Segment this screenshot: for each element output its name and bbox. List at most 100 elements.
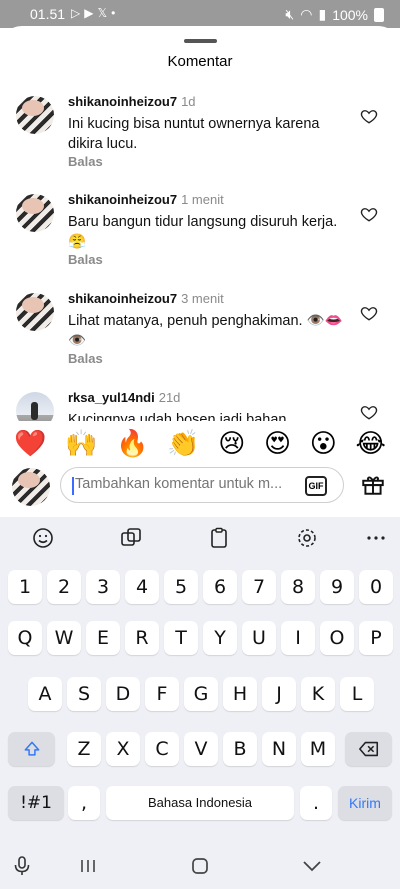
wifi-icon: ◠ (300, 6, 313, 22)
key-9[interactable]: 9 (320, 570, 354, 604)
emoji-surprised[interactable]: 😮 (310, 429, 337, 459)
emoji-raising-hands[interactable]: 🙌 (65, 429, 97, 459)
heart-icon[interactable] (360, 304, 378, 322)
comma-key[interactable]: , (68, 786, 100, 820)
avatar[interactable] (16, 194, 54, 232)
key-8[interactable]: 8 (281, 570, 315, 604)
key-6[interactable]: 6 (203, 570, 237, 604)
comment-input-box[interactable]: GIF (60, 467, 344, 503)
key-4[interactable]: 4 (125, 570, 159, 604)
period-key[interactable]: . (300, 786, 332, 820)
home-icon[interactable] (188, 854, 212, 878)
key-5[interactable]: 5 (164, 570, 198, 604)
key-u[interactable]: U (242, 621, 276, 655)
notification-icons: ▷ ▶ 𝕏 • (71, 6, 115, 20)
comment-text: Ini kucing bisa nuntut ownernya karena d… (68, 116, 320, 152)
backspace-icon (358, 741, 378, 757)
comment-input[interactable] (75, 476, 297, 492)
heart-icon[interactable] (360, 205, 378, 223)
emoji-clap[interactable]: 👏 (167, 429, 199, 459)
gift-icon[interactable] (360, 471, 386, 497)
back-chevron-icon[interactable] (300, 854, 324, 878)
key-r[interactable]: R (125, 621, 159, 655)
gif-button[interactable]: GIF (305, 476, 327, 496)
emoji-keyboard-icon[interactable] (31, 526, 55, 550)
key-n[interactable]: N (262, 732, 296, 766)
emoji-crying[interactable]: 😢 (218, 429, 245, 459)
key-1[interactable]: 1 (8, 570, 42, 604)
key-0[interactable]: 0 (359, 570, 393, 604)
key-j[interactable]: J (262, 677, 296, 711)
sticker-icon[interactable] (119, 526, 143, 550)
comment-username[interactable]: shikanoinheizou7 1 menit (68, 192, 224, 207)
emoji-heart-eyes[interactable]: 😍 (264, 429, 291, 459)
x-icon: 𝕏 (97, 6, 108, 20)
settings-icon[interactable] (295, 526, 319, 550)
emoji-laughing[interactable]: 😂 (356, 429, 386, 459)
emoji-fire[interactable]: 🔥 (116, 429, 148, 459)
clipboard-icon[interactable] (207, 526, 231, 550)
key-q[interactable]: Q (8, 621, 42, 655)
avatar[interactable] (16, 96, 54, 134)
key-z[interactable]: Z (67, 732, 101, 766)
key-x[interactable]: X (106, 732, 140, 766)
key-7[interactable]: 7 (242, 570, 276, 604)
drag-handle[interactable] (184, 39, 217, 43)
send-key[interactable]: Kirim (338, 786, 392, 820)
backspace-key[interactable] (345, 732, 392, 766)
key-y[interactable]: Y (203, 621, 237, 655)
key-l[interactable]: L (340, 677, 374, 711)
key-k[interactable]: K (301, 677, 335, 711)
dot-icon: • (111, 6, 116, 20)
microphone-icon[interactable] (10, 854, 34, 878)
keyboard: 1 2 3 4 5 6 7 8 9 0 Q W E R T Y U I O P … (0, 517, 400, 889)
status-bar: 01.51 ▷ ▶ 𝕏 • 🔇︎ ◠ ▮ 100% (0, 0, 400, 28)
youtube-icon: ▶ (84, 6, 94, 20)
key-w[interactable]: W (47, 621, 81, 655)
comment-username[interactable]: rksa_yul14ndi 21d (68, 390, 180, 405)
key-h[interactable]: H (223, 677, 257, 711)
reply-button[interactable]: Balas (68, 252, 103, 267)
key-2[interactable]: 2 (47, 570, 81, 604)
comment-username[interactable]: shikanoinheizou7 1d (68, 94, 196, 109)
key-s[interactable]: S (67, 677, 101, 711)
key-b[interactable]: B (223, 732, 257, 766)
reply-button[interactable]: Balas (68, 154, 103, 169)
emoji-quick-bar: ❤️ 🙌 🔥 👏 😢 😍 😮 😂 (0, 421, 400, 467)
emoji-heart[interactable]: ❤️ (14, 429, 46, 459)
battery-icon (374, 7, 384, 22)
system-icons: 🔇︎ ◠ ▮ 100% (285, 6, 384, 23)
symbols-key[interactable]: !#1 (8, 786, 64, 820)
text-caret (72, 477, 74, 495)
sheet-title: Komentar (167, 53, 233, 70)
key-c[interactable]: C (145, 732, 179, 766)
comment-time: 1 menit (181, 192, 224, 207)
key-v[interactable]: V (184, 732, 218, 766)
key-e[interactable]: E (86, 621, 120, 655)
more-options-icon[interactable] (364, 526, 388, 550)
reply-button[interactable]: Balas (68, 351, 103, 366)
key-i[interactable]: I (281, 621, 315, 655)
shift-key[interactable] (8, 732, 55, 766)
key-3[interactable]: 3 (86, 570, 120, 604)
space-key[interactable]: Bahasa Indonesia (106, 786, 294, 820)
key-g[interactable]: G (184, 677, 218, 711)
comment-composer: GIF (0, 465, 400, 517)
heart-icon[interactable] (360, 403, 378, 421)
key-d[interactable]: D (106, 677, 140, 711)
key-a[interactable]: A (28, 677, 62, 711)
comment-text: Baru bangun tidur langsung disuruh kerja… (68, 214, 338, 250)
key-o[interactable]: O (320, 621, 354, 655)
key-p[interactable]: P (359, 621, 393, 655)
signal-icon: ▮ (318, 6, 327, 22)
key-t[interactable]: T (164, 621, 198, 655)
comment-time: 1d (181, 94, 196, 109)
key-f[interactable]: F (145, 677, 179, 711)
avatar[interactable] (16, 293, 54, 331)
my-avatar (12, 468, 50, 506)
play-store-icon: ▷ (71, 6, 81, 20)
heart-icon[interactable] (360, 107, 378, 125)
comment-username[interactable]: shikanoinheizou7 3 menit (68, 291, 224, 306)
key-m[interactable]: M (301, 732, 335, 766)
recent-apps-icon[interactable] (76, 854, 100, 878)
